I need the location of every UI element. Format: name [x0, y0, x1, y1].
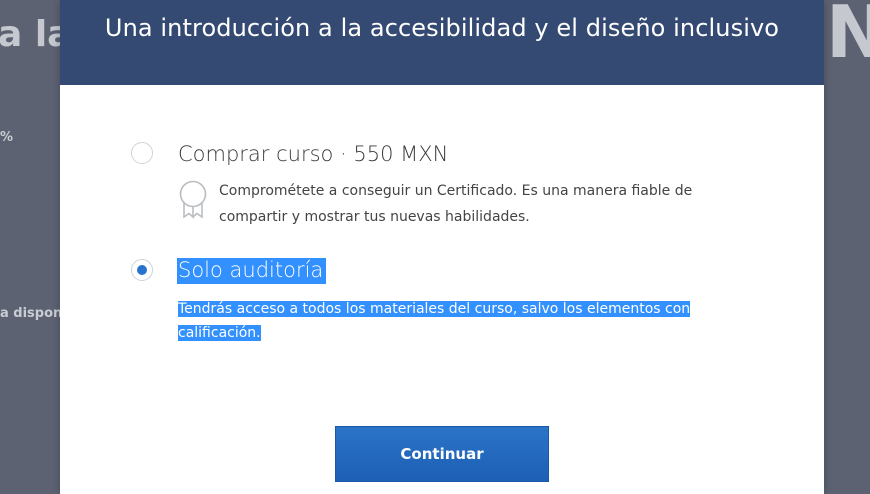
option-buy-course-description-line1: Comprométete a conseguir un Certificado.… — [219, 183, 693, 199]
modal-header: Una introducción a la accesibilidad y el… — [60, 0, 824, 85]
background-title-fragment-right: N — [826, 0, 870, 74]
option-audit-label-text: Solo auditoría — [177, 258, 327, 284]
option-audit-label[interactable]: Solo auditoría — [177, 258, 327, 284]
option-audit-description: Tendrás acceso a todos los materiales de… — [178, 297, 778, 345]
radio-audit-only[interactable] — [131, 259, 153, 281]
continue-button[interactable]: Continuar — [335, 426, 549, 482]
option-buy-course-label[interactable]: Comprar curso · 550 MXN — [178, 142, 448, 166]
radio-buy-course[interactable] — [131, 142, 153, 164]
background-availability-text: a disponi — [0, 306, 67, 321]
option-buy-course-description-line2: compartir y mostrar tus nuevas habilidad… — [219, 209, 530, 225]
enrollment-modal: Una introducción a la accesibilidad y el… — [60, 0, 824, 494]
option-audit-description-line2: calificación. — [178, 325, 261, 341]
option-buy-course-description: Comprométete a conseguir un Certificado.… — [219, 178, 779, 230]
background-percent-text: % — [0, 130, 14, 145]
modal-title: Una introducción a la accesibilidad y el… — [104, 14, 780, 42]
certificate-icon — [179, 180, 207, 219]
option-audit-description-line1: Tendrás acceso a todos los materiales de… — [178, 301, 691, 317]
